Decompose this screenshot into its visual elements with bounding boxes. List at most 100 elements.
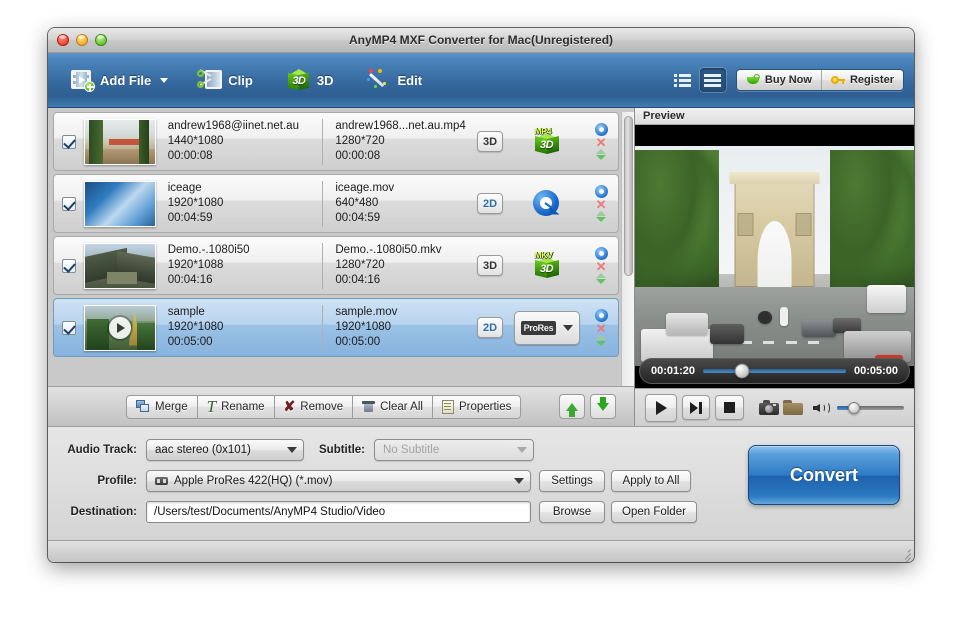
arrow-down-icon [597, 403, 609, 411]
row-checkbox[interactable] [62, 135, 76, 149]
resize-grip[interactable] [897, 546, 911, 560]
apply-to-all-button[interactable]: Apply to All [611, 470, 691, 492]
step-forward-button[interactable] [682, 395, 710, 420]
open-snapshot-folder-icon[interactable] [783, 400, 802, 415]
source-name: andrew1968@iinet.net.au [168, 119, 323, 134]
move-down-button[interactable] [590, 394, 616, 419]
gear-icon[interactable] [595, 123, 608, 136]
document-icon [442, 400, 454, 414]
three-d-button[interactable]: 3D 3D [279, 64, 342, 97]
key-icon [831, 74, 845, 86]
seek-slider[interactable] [703, 369, 846, 373]
table-row[interactable]: Demo.-.1080i501920*108800:04:16Demo.-.10… [53, 236, 619, 295]
current-time-label: 00:01:20 [651, 365, 695, 377]
main-toolbar: Add File Clip 3D 3D [48, 53, 914, 108]
step-forward-icon [690, 402, 702, 414]
edit-button[interactable]: Edit [359, 64, 430, 96]
quicktime-icon[interactable] [533, 190, 561, 218]
row-checkbox[interactable] [62, 321, 76, 335]
format-cube-icon[interactable]: 3DMP4 [532, 127, 562, 157]
arrow-up-icon[interactable] [596, 273, 606, 278]
merge-button[interactable]: Merge [126, 395, 198, 419]
list-view-toggle[interactable] [700, 68, 726, 92]
preview-video[interactable]: 00:01:20 00:05:00 [635, 125, 914, 388]
destination-input[interactable]: /Users/test/Documents/AnyMP4 Studio/Vide… [146, 501, 531, 523]
volume-slider[interactable] [837, 406, 905, 410]
browse-button[interactable]: Browse [539, 501, 605, 523]
row-reorder-arrows[interactable] [596, 273, 606, 284]
table-row[interactable]: iceage1920*108000:04:59iceage.mov640*480… [53, 174, 619, 233]
close-button[interactable] [57, 34, 69, 46]
play-button[interactable] [645, 394, 677, 422]
arrow-down-icon[interactable] [596, 341, 606, 346]
row-reorder-arrows[interactable] [596, 149, 606, 160]
seek-slider-knob[interactable] [734, 364, 749, 379]
remove-button[interactable]: ✘ Remove [275, 395, 354, 419]
row-checkbox[interactable] [62, 197, 76, 211]
arrow-down-icon[interactable] [596, 279, 606, 284]
arrow-down-icon[interactable] [596, 155, 606, 160]
move-up-button[interactable] [559, 394, 585, 419]
properties-button[interactable]: Properties [433, 395, 521, 419]
prores-dropdown[interactable]: ProRes [514, 311, 580, 345]
dimension-badge[interactable]: 2D [477, 193, 503, 214]
table-row[interactable]: andrew1968@iinet.net.au1440*108000:00:08… [53, 112, 619, 171]
arrow-up-icon[interactable] [596, 211, 606, 216]
profile-select[interactable]: Apple ProRes 422(HQ) (*.mov) [146, 470, 531, 492]
dimension-badge[interactable]: 2D [477, 317, 503, 338]
format-cube-label: 3D [532, 139, 562, 151]
snapshot-icon[interactable] [759, 400, 778, 415]
zoom-button[interactable] [95, 34, 107, 46]
row-checkbox[interactable] [62, 259, 76, 273]
speaker-icon[interactable] [813, 401, 830, 415]
table-row[interactable]: sample1920*108000:05:00sample.mov1920*10… [53, 298, 619, 357]
output-name: sample.mov [335, 305, 473, 320]
arrow-up-icon[interactable] [596, 149, 606, 154]
audio-track-select[interactable]: aac stereo (0x101) [146, 439, 304, 461]
close-icon[interactable]: ✕ [596, 323, 607, 334]
arrow-down-icon[interactable] [596, 217, 606, 222]
row-reorder-arrows[interactable] [596, 335, 606, 346]
subtitle-select[interactable]: No Subtitle [374, 439, 534, 461]
add-file-label: Add File [100, 73, 151, 88]
close-icon[interactable]: ✕ [596, 261, 607, 272]
add-file-icon [70, 69, 94, 91]
row-checkbox-cell [54, 197, 84, 211]
profile-format-icon [155, 477, 168, 485]
car [710, 324, 743, 344]
format-cube-icon[interactable]: 3DMKV [532, 251, 562, 281]
arrow-up-icon[interactable] [596, 335, 606, 340]
text-t-icon: T [207, 400, 216, 413]
file-list: andrew1968@iinet.net.au1440*108000:00:08… [53, 112, 619, 386]
rename-button[interactable]: T Rename [198, 395, 275, 419]
file-list-scrollbar[interactable] [621, 112, 634, 386]
detail-view-toggle[interactable] [670, 68, 696, 92]
source-name: iceage [168, 181, 323, 196]
clear-all-button[interactable]: Clear All [353, 395, 433, 419]
edit-label: Edit [397, 73, 422, 88]
gear-icon[interactable] [595, 185, 608, 198]
buy-now-button[interactable]: Buy Now [737, 70, 821, 90]
dimension-badge[interactable]: 3D [477, 255, 503, 276]
arrow-up-icon [566, 403, 578, 411]
clip-button[interactable]: Clip [190, 64, 261, 96]
window-footer [48, 540, 914, 562]
destination-label: Destination: [58, 506, 146, 518]
dimension-badge[interactable]: 3D [477, 131, 503, 152]
stop-button[interactable] [715, 395, 743, 420]
open-folder-button[interactable]: Open Folder [611, 501, 697, 523]
gear-icon[interactable] [595, 309, 608, 322]
settings-button[interactable]: Settings [539, 470, 605, 492]
close-icon[interactable]: ✕ [596, 137, 607, 148]
scrollbar-thumb[interactable] [624, 116, 633, 276]
profile-value: Apple ProRes 422(HQ) (*.mov) [174, 475, 333, 487]
row-reorder-arrows[interactable] [596, 211, 606, 222]
car [802, 320, 835, 338]
minimize-button[interactable] [76, 34, 88, 46]
gear-icon[interactable] [595, 247, 608, 260]
volume-slider-knob[interactable] [848, 402, 860, 414]
register-button[interactable]: Register [821, 70, 903, 90]
add-file-button[interactable]: Add File [62, 64, 176, 96]
convert-button[interactable]: Convert [748, 445, 900, 505]
close-icon[interactable]: ✕ [596, 199, 607, 210]
